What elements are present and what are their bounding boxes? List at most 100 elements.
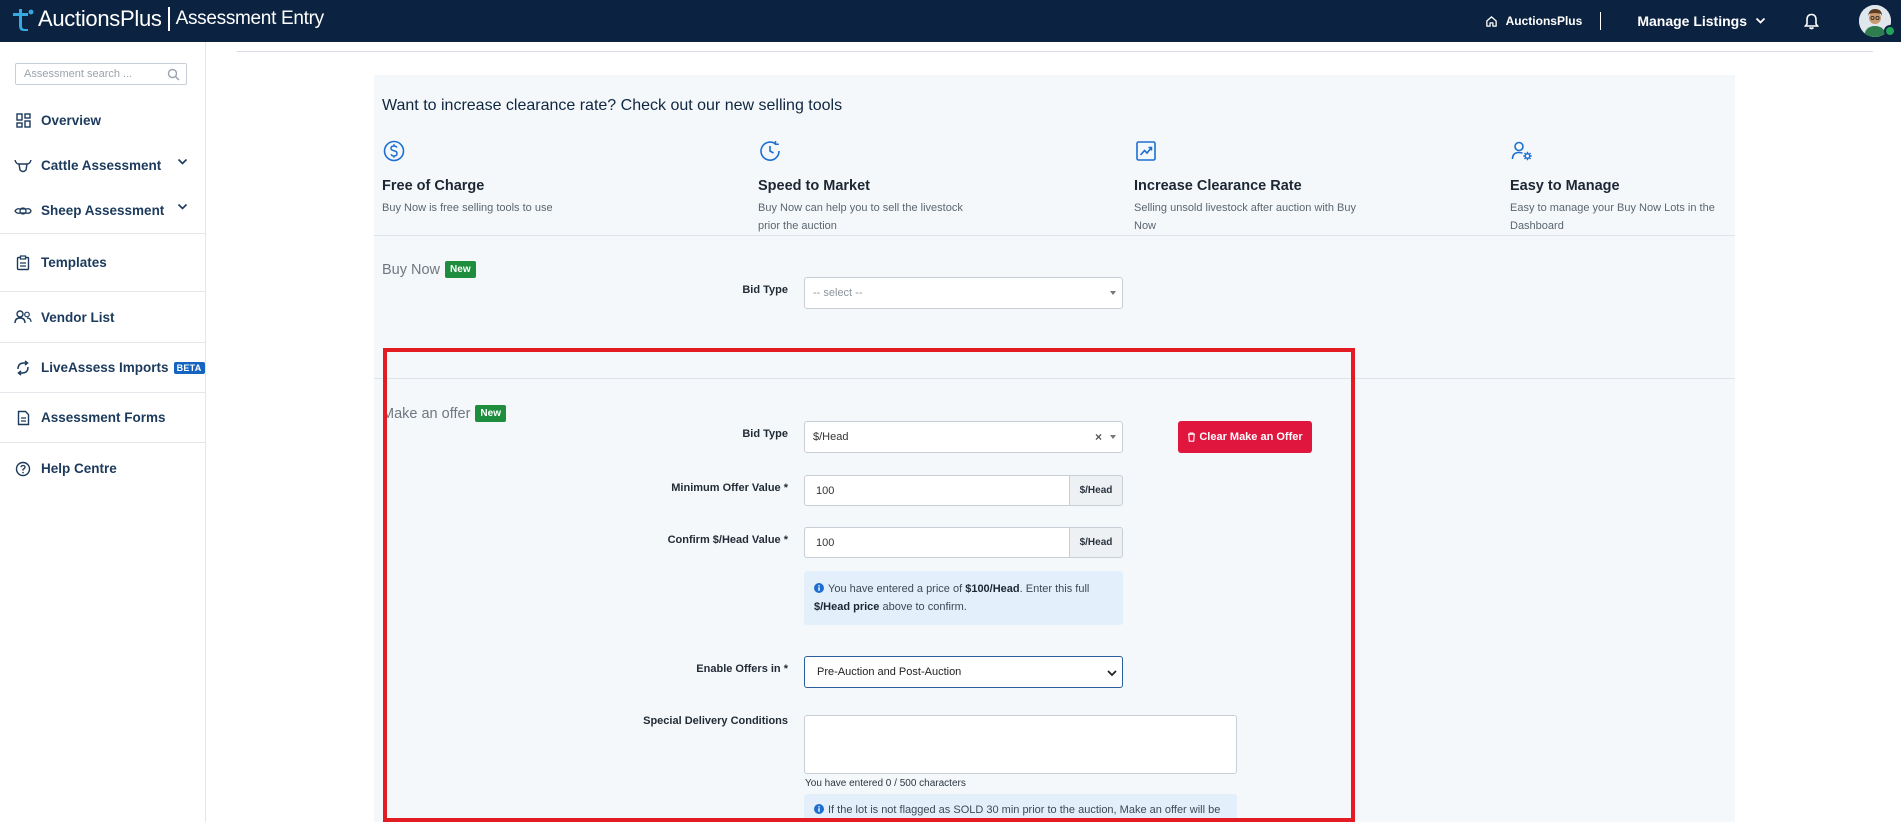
home-icon bbox=[1485, 15, 1497, 27]
sidebar-item-assessment-forms[interactable]: Assessment Forms bbox=[0, 392, 206, 442]
make-offer-section-title: Make an offer New bbox=[382, 405, 506, 422]
price-alert-prefix: You have entered a price of bbox=[828, 583, 966, 595]
chevron-down-icon bbox=[177, 203, 188, 210]
sidebar-item-overview[interactable]: Overview bbox=[0, 98, 206, 143]
logo-divider bbox=[167, 7, 170, 31]
character-count: You have entered 0 / 500 characters bbox=[805, 778, 966, 789]
confirm-head-value-input-group: 100 $/Head bbox=[804, 527, 1123, 558]
sidebar: Overview Cattle Assessment Sheep Assessm… bbox=[0, 42, 206, 822]
minimum-offer-label: Minimum Offer Value * bbox=[671, 482, 788, 494]
price-alert-term: $/Head price bbox=[814, 601, 880, 613]
dollar-circle-icon bbox=[383, 140, 405, 162]
manage-listings-label: Manage Listings bbox=[1637, 13, 1747, 29]
enable-offers-label: Enable Offers in * bbox=[696, 663, 788, 675]
make-offer-bid-type-select[interactable]: $/Head × bbox=[804, 421, 1123, 453]
document-icon bbox=[14, 409, 32, 427]
sidebar-item-vendor-list[interactable]: Vendor List bbox=[0, 291, 206, 342]
select-value: -- select -- bbox=[813, 287, 863, 299]
bid-type-label: Bid Type bbox=[742, 428, 788, 440]
feature-description: Buy Now can help you to sell the livesto… bbox=[758, 202, 963, 232]
price-alert-suffix: above to confirm. bbox=[879, 601, 967, 613]
search-icon[interactable] bbox=[167, 68, 180, 81]
sold-flag-alert: If the lot is not flagged as SOLD 30 min… bbox=[804, 794, 1237, 822]
info-icon bbox=[814, 804, 824, 814]
sync-icon bbox=[14, 359, 32, 377]
clear-make-offer-button[interactable]: Clear Make an Offer bbox=[1178, 421, 1312, 453]
confirm-head-value-input[interactable]: 100 bbox=[804, 527, 1069, 558]
enable-offers-select[interactable]: Pre-Auction and Post-Auction bbox=[804, 656, 1123, 688]
section-divider bbox=[374, 235, 1735, 236]
clear-selection-icon[interactable]: × bbox=[1095, 430, 1102, 444]
price-confirm-alert: You have entered a price of $100/Head. E… bbox=[804, 571, 1123, 625]
sidebar-item-label: LiveAssess Imports bbox=[41, 360, 169, 375]
minimum-offer-input[interactable]: 100 bbox=[804, 475, 1069, 506]
new-badge: New bbox=[445, 261, 476, 278]
feature-title: Increase Clearance Rate bbox=[1134, 178, 1302, 194]
bid-type-label: Bid Type bbox=[742, 284, 788, 296]
section-divider bbox=[374, 378, 1735, 379]
auctionsplus-logo-icon bbox=[13, 9, 34, 31]
top-navbar: AuctionsPlus Assessment Entry AuctionsPl… bbox=[0, 0, 1901, 42]
sold-alert-text: If the lot is not flagged as SOLD 30 min… bbox=[828, 804, 1221, 816]
sidebar-item-label: Overview bbox=[41, 113, 102, 128]
home-link[interactable]: AuctionsPlus bbox=[1485, 14, 1583, 28]
clock-icon bbox=[760, 141, 780, 161]
promo-title: Want to increase clearance rate? Check o… bbox=[382, 97, 843, 114]
buy-now-panel: Want to increase clearance rate? Check o… bbox=[374, 75, 1735, 822]
manage-listings-dropdown[interactable]: Manage Listings bbox=[1637, 13, 1766, 29]
sidebar-item-label: Assessment Forms bbox=[41, 410, 166, 425]
trend-chart-icon bbox=[1136, 141, 1156, 161]
minimum-offer-input-group: 100 $/Head bbox=[804, 475, 1123, 506]
sidebar-item-liveassess-imports[interactable]: LiveAssess Imports BETA bbox=[0, 342, 206, 392]
buy-now-bid-type-select[interactable]: -- select -- bbox=[804, 277, 1123, 309]
bell-icon bbox=[1804, 13, 1819, 29]
notifications-button[interactable] bbox=[1804, 13, 1819, 30]
sidebar-item-sheep-assessment[interactable]: Sheep Assessment bbox=[0, 188, 206, 233]
dashboard-grid-icon bbox=[14, 112, 32, 130]
buy-now-section-title: Buy Now New bbox=[382, 261, 476, 278]
feature-easy-to-manage: Easy to Manage Easy to manage your Buy N… bbox=[1510, 139, 1840, 235]
top-right-actions: AuctionsPlus Manage Listings bbox=[1485, 0, 1901, 42]
beta-badge: BETA bbox=[173, 361, 205, 374]
feature-description: Buy Now is free selling tools to use bbox=[382, 202, 553, 214]
main-content: Want to increase clearance rate? Check o… bbox=[207, 42, 1901, 822]
app-logo[interactable]: AuctionsPlus Assessment Entry bbox=[10, 6, 324, 32]
feature-increase-clearance-rate: Increase Clearance Rate Selling unsold l… bbox=[1134, 139, 1464, 235]
users-icon bbox=[14, 308, 32, 326]
sheep-icon bbox=[14, 202, 32, 220]
price-alert-middle: . Enter this full bbox=[1019, 583, 1090, 595]
cattle-icon bbox=[14, 157, 32, 175]
clear-make-offer-label: Clear Make an Offer bbox=[1199, 431, 1303, 443]
chevron-down-icon bbox=[1755, 17, 1766, 24]
user-gear-icon bbox=[1511, 141, 1532, 161]
info-icon bbox=[814, 583, 824, 593]
minimum-offer-unit: $/Head bbox=[1069, 475, 1123, 506]
feature-description: Selling unsold livestock after auction w… bbox=[1134, 202, 1356, 232]
feature-title: Free of Charge bbox=[382, 178, 485, 194]
confirm-head-value-label: Confirm $/Head Value * bbox=[667, 534, 788, 546]
online-status-badge bbox=[1884, 25, 1896, 37]
sidebar-item-label: Help Centre bbox=[41, 461, 117, 476]
feature-title: Speed to Market bbox=[758, 178, 870, 194]
assessment-search-input[interactable] bbox=[24, 68, 164, 80]
feature-description: Easy to manage your Buy Now Lots in the … bbox=[1510, 202, 1715, 232]
sidebar-item-label: Vendor List bbox=[41, 309, 115, 325]
confirm-head-value-unit: $/Head bbox=[1069, 527, 1123, 558]
home-link-label: AuctionsPlus bbox=[1505, 14, 1583, 28]
header-divider bbox=[1600, 12, 1602, 30]
assessment-search bbox=[15, 63, 187, 85]
caret-down-icon bbox=[1110, 435, 1116, 439]
make-offer-title: Make an offer bbox=[382, 405, 471, 422]
special-delivery-textarea[interactable] bbox=[804, 715, 1237, 774]
buy-now-title: Buy Now bbox=[382, 261, 441, 278]
feature-free-of-charge: Free of Charge Buy Now is free selling t… bbox=[382, 139, 712, 217]
price-alert-price: $100/Head bbox=[965, 583, 1020, 595]
help-circle-icon bbox=[14, 460, 32, 478]
sidebar-item-templates[interactable]: Templates bbox=[0, 233, 206, 291]
new-badge: New bbox=[475, 405, 506, 422]
special-delivery-label: Special Delivery Conditions bbox=[643, 715, 788, 727]
sidebar-item-help-centre[interactable]: Help Centre bbox=[0, 442, 206, 494]
logo-brand-text: AuctionsPlus bbox=[38, 6, 162, 31]
sidebar-item-cattle-assessment[interactable]: Cattle Assessment bbox=[0, 143, 206, 188]
caret-down-icon bbox=[1110, 291, 1116, 295]
